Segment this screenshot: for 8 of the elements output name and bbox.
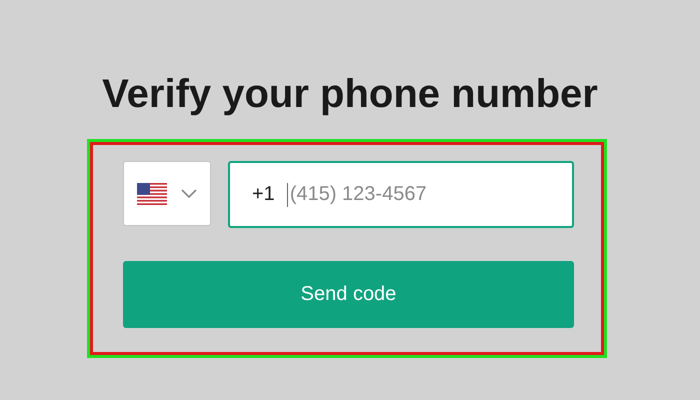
- phone-number-input[interactable]: (415) 123-4567: [288, 183, 490, 206]
- chevron-down-icon: [181, 188, 197, 198]
- text-cursor: [286, 182, 288, 206]
- phone-field[interactable]: +1 (415) 123-4567: [228, 161, 574, 228]
- country-code: +1: [252, 183, 275, 206]
- page-title: Verify your phone number: [102, 72, 598, 117]
- flag-icon: [137, 182, 167, 204]
- country-select[interactable]: [123, 161, 211, 226]
